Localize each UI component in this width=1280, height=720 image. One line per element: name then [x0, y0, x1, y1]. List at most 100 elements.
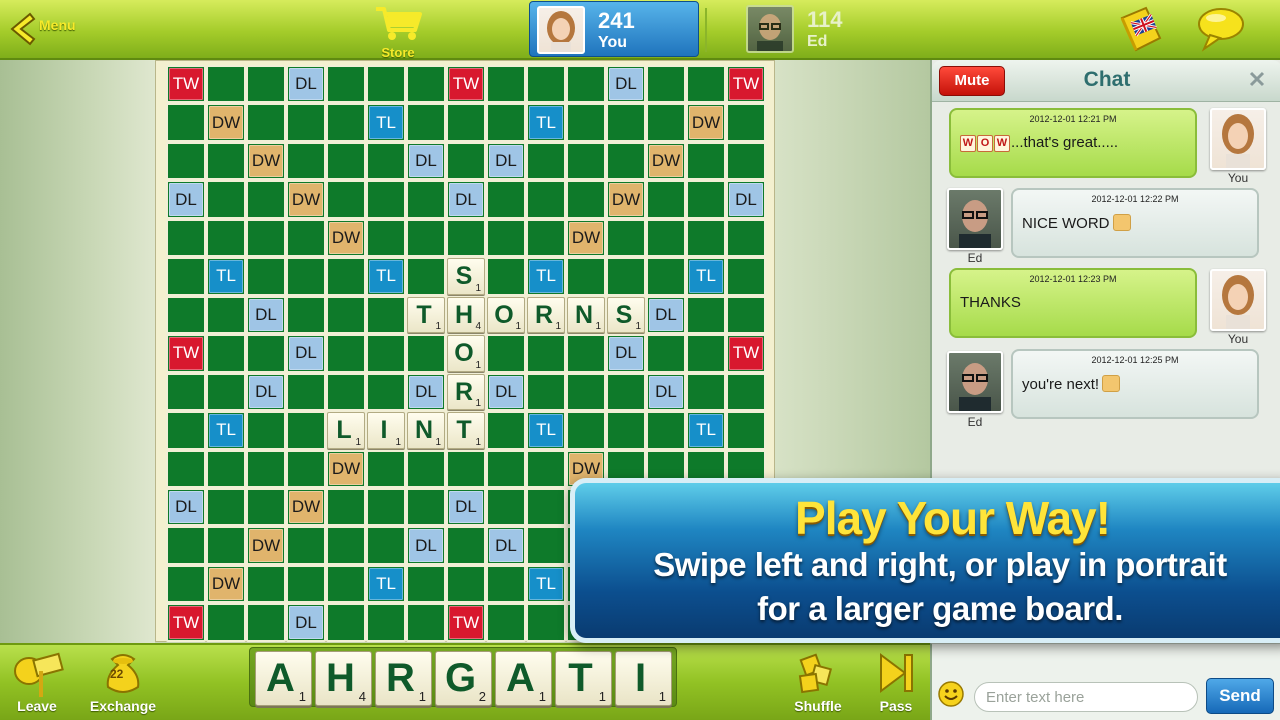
board-square[interactable] — [166, 218, 206, 258]
board-square[interactable] — [526, 218, 566, 258]
board-square[interactable] — [646, 180, 686, 219]
board-square[interactable] — [166, 141, 206, 181]
board-square[interactable]: DLT1 — [406, 295, 446, 335]
board-square[interactable] — [486, 103, 526, 142]
rack-tile[interactable]: T1 — [555, 651, 612, 706]
board-square[interactable]: TL — [366, 564, 406, 604]
board-square[interactable] — [486, 65, 526, 104]
board-square[interactable] — [366, 218, 406, 258]
board-square[interactable] — [286, 372, 326, 412]
board-square[interactable]: DL — [726, 180, 766, 219]
board-square[interactable] — [726, 141, 766, 181]
board-square[interactable] — [486, 218, 526, 258]
board-square[interactable]: TW — [166, 65, 206, 104]
rack-tile[interactable]: R1 — [375, 651, 432, 706]
board-square[interactable] — [406, 603, 446, 642]
board-square[interactable] — [366, 372, 406, 412]
board-square[interactable] — [326, 141, 366, 181]
rack-tile[interactable]: H4 — [315, 651, 372, 706]
board-square[interactable] — [366, 603, 406, 642]
board-square[interactable] — [486, 564, 526, 604]
board-square[interactable]: TL — [366, 103, 406, 142]
board-square[interactable]: H4 — [446, 295, 486, 335]
board-square[interactable]: R1 — [526, 295, 566, 335]
board-square[interactable] — [206, 487, 246, 527]
board-square[interactable] — [606, 257, 646, 296]
board-square[interactable]: TW — [726, 334, 766, 373]
board-square[interactable]: N1 — [406, 411, 446, 450]
board-square[interactable] — [566, 141, 606, 181]
board-square[interactable] — [646, 334, 686, 373]
chat-toggle-button[interactable] — [1194, 4, 1248, 56]
board-square[interactable] — [406, 180, 446, 219]
pass-button[interactable]: Pass — [861, 649, 931, 719]
close-icon[interactable] — [1248, 70, 1266, 88]
rack-tile[interactable]: I1 — [615, 651, 672, 706]
board-square[interactable] — [566, 257, 606, 296]
board-square[interactable]: N1 — [566, 295, 606, 335]
board-square[interactable]: DL — [246, 295, 286, 335]
board-square[interactable] — [726, 103, 766, 142]
rack-tile[interactable]: A1 — [255, 651, 312, 706]
board-square[interactable] — [286, 449, 326, 488]
board-square[interactable] — [606, 411, 646, 450]
board-square[interactable]: DW — [246, 526, 286, 565]
board-square[interactable]: DW — [286, 180, 326, 219]
board-square[interactable]: S1 — [446, 257, 486, 296]
board-square[interactable]: S1 — [606, 295, 646, 335]
board-square[interactable]: TL — [526, 564, 566, 604]
board-square[interactable] — [166, 564, 206, 604]
board-square[interactable] — [166, 257, 206, 296]
board-square[interactable]: DL — [406, 526, 446, 565]
board-square[interactable] — [366, 449, 406, 488]
board-square[interactable] — [366, 526, 406, 565]
board-square[interactable] — [686, 180, 726, 219]
board-square[interactable]: TL — [526, 103, 566, 142]
board-square[interactable]: DL — [286, 603, 326, 642]
board-square[interactable] — [246, 334, 286, 373]
dictionary-button[interactable] — [1114, 4, 1166, 56]
board-square[interactable] — [246, 180, 286, 219]
board-square[interactable]: DL — [406, 372, 446, 412]
board-square[interactable]: TL — [206, 411, 246, 450]
board-square[interactable] — [606, 218, 646, 258]
board-square[interactable] — [326, 65, 366, 104]
board-square[interactable]: DL — [286, 65, 326, 104]
board-square[interactable] — [246, 449, 286, 488]
board-square[interactable] — [326, 487, 366, 527]
board-square[interactable] — [406, 449, 446, 488]
board-square[interactable] — [406, 65, 446, 104]
send-button[interactable]: Send — [1206, 678, 1274, 714]
board-square[interactable] — [206, 603, 246, 642]
board-square[interactable] — [566, 103, 606, 142]
board-square[interactable] — [366, 141, 406, 181]
board-square[interactable]: DL — [166, 487, 206, 527]
board-square[interactable] — [406, 257, 446, 296]
board-square[interactable] — [286, 295, 326, 335]
board-square[interactable] — [366, 295, 406, 335]
board-square[interactable]: DW — [686, 103, 726, 142]
emoji-picker-icon[interactable] — [938, 681, 964, 707]
board-square[interactable] — [326, 334, 366, 373]
board-square[interactable] — [366, 65, 406, 104]
shuffle-button[interactable]: Shuffle — [783, 649, 853, 719]
board-square[interactable]: DL — [486, 372, 526, 412]
board-square[interactable] — [206, 180, 246, 219]
board-square[interactable] — [366, 334, 406, 373]
leave-button[interactable]: Leave — [2, 649, 72, 719]
board-square[interactable] — [166, 103, 206, 142]
board-square[interactable] — [446, 218, 486, 258]
board-square[interactable]: DL — [246, 372, 286, 412]
board-square[interactable]: DL — [486, 141, 526, 181]
board-square[interactable] — [526, 180, 566, 219]
board-square[interactable] — [166, 449, 206, 488]
board-square[interactable] — [286, 257, 326, 296]
rack-tile[interactable]: G2 — [435, 651, 492, 706]
board-square[interactable] — [246, 487, 286, 527]
board-square[interactable]: DL — [646, 372, 686, 412]
board-square[interactable] — [446, 564, 486, 604]
board-square[interactable]: DW — [286, 487, 326, 527]
board-square[interactable] — [686, 218, 726, 258]
board-square[interactable] — [566, 372, 606, 412]
board-square[interactable] — [206, 141, 246, 181]
